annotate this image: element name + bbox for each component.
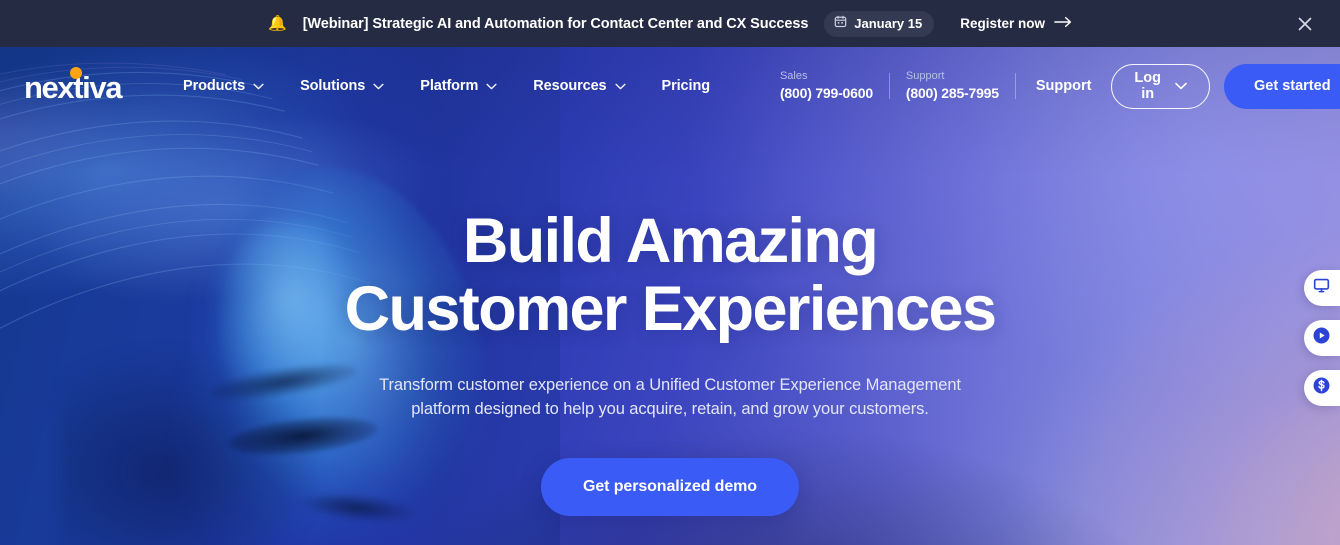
- announcement-date-chip: January 15: [824, 10, 935, 37]
- contact-numbers: Sales (800) 799-0600 Support (800) 285-7…: [764, 69, 1111, 102]
- primary-navigation: Products Solutions Platform Resources Pr…: [165, 66, 728, 106]
- nav-item-solutions[interactable]: Solutions: [282, 66, 402, 106]
- sales-label: Sales: [779, 70, 808, 83]
- float-tab-pricing[interactable]: [1304, 370, 1340, 406]
- support-number: (800) 285-7995: [905, 85, 999, 102]
- monitor-icon: [1313, 277, 1330, 299]
- login-label: Log in: [1134, 70, 1161, 102]
- arrow-right-icon: [1054, 16, 1072, 31]
- bell-icon: 🔔: [268, 15, 287, 32]
- chevron-down-icon: [1175, 78, 1187, 94]
- support-label: Support: [905, 70, 945, 83]
- register-now-link[interactable]: Register now: [960, 16, 1072, 31]
- chevron-down-icon: [614, 78, 626, 94]
- navbar-actions: Log in Get started: [1111, 63, 1340, 109]
- nav-label: Solutions: [300, 78, 366, 94]
- chevron-down-icon: [486, 78, 497, 94]
- announcement-text: [Webinar] Strategic AI and Automation fo…: [302, 15, 809, 32]
- register-now-label: Register now: [960, 16, 1045, 31]
- get-personalized-demo-button[interactable]: Get personalized demo: [541, 457, 799, 516]
- announcement-date: January 15: [854, 16, 923, 31]
- nav-item-platform[interactable]: Platform: [402, 66, 515, 106]
- nav-label: Platform: [420, 78, 479, 94]
- calendar-icon: [834, 15, 847, 33]
- nextiva-logo[interactable]: nextiva: [24, 67, 122, 103]
- logo-dot-icon: [70, 67, 82, 79]
- floating-action-rail: [1304, 270, 1340, 406]
- nav-item-pricing[interactable]: Pricing: [644, 66, 728, 106]
- login-button[interactable]: Log in: [1111, 63, 1210, 109]
- nav-label: Products: [183, 78, 246, 94]
- play-circle-icon: [1312, 326, 1331, 350]
- chevron-down-icon: [253, 78, 264, 94]
- nav-item-products[interactable]: Products: [165, 66, 282, 106]
- sales-phone[interactable]: Sales (800) 799-0600: [764, 69, 889, 102]
- main-navbar: nextiva Products Solutions Platform Reso…: [0, 47, 1340, 125]
- chevron-down-icon: [373, 78, 384, 94]
- nav-item-resources[interactable]: Resources: [515, 66, 643, 106]
- announcement-banner: 🔔 [Webinar] Strategic AI and Automation …: [0, 0, 1340, 47]
- nav-label: Resources: [533, 78, 607, 94]
- sales-number: (800) 799-0600: [779, 85, 873, 102]
- support-link[interactable]: Support: [1016, 78, 1112, 94]
- nav-label: Pricing: [661, 78, 711, 94]
- float-tab-video[interactable]: [1304, 320, 1340, 356]
- support-phone[interactable]: Support (800) 285-7995: [890, 69, 1015, 102]
- float-tab-demo[interactable]: [1304, 270, 1340, 306]
- dollar-circle-icon: [1312, 376, 1331, 400]
- close-icon[interactable]: [1292, 11, 1318, 37]
- get-started-button[interactable]: Get started: [1224, 63, 1340, 109]
